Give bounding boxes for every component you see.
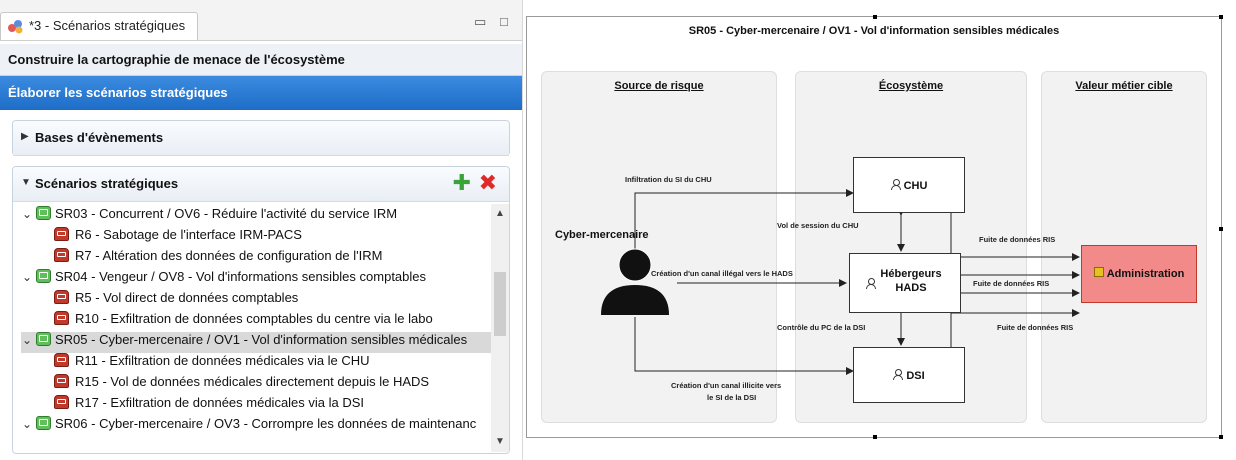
scenarios-section-label: Scénarios stratégiques xyxy=(35,176,179,191)
maximize-icon[interactable]: □ xyxy=(500,14,508,29)
person-icon xyxy=(890,179,901,190)
risk-path-icon xyxy=(54,248,69,262)
node-dsi[interactable]: DSI xyxy=(853,347,965,403)
edge-ris-dsi xyxy=(947,309,1080,360)
tree-item-r5[interactable]: R5 - Vol direct de données comptables xyxy=(51,290,298,311)
tree-item-r7[interactable]: R7 - Altération des données de configura… xyxy=(51,248,382,269)
person-icon xyxy=(866,278,876,289)
tree-item-label: R10 - Exfiltration de données comptables… xyxy=(75,311,433,326)
tree-item-label: SR05 - Cyber-mercenaire / OV1 - Vol d'in… xyxy=(55,332,468,347)
chevron-down-icon[interactable]: ⌄ xyxy=(21,207,33,221)
edge-label-ris: Fuite de données RIS xyxy=(979,235,1056,244)
node-label: DSI xyxy=(906,370,925,382)
scenario-icon xyxy=(36,269,51,283)
risk-path-icon xyxy=(54,290,69,304)
scrollbar-thumb[interactable] xyxy=(494,272,506,336)
tree-item-r11[interactable]: R11 - Exfiltration de données médicales … xyxy=(51,353,370,374)
scenario-tree: ⌄ SR03 - Concurrent / OV6 - Réduire l'act… xyxy=(21,204,495,450)
risk-path-icon xyxy=(54,311,69,325)
edge-label-canal-dsi: Création d'un canal illicite vers xyxy=(671,381,782,390)
scenario-diagram: SR05 - Cyber-mercenaire / OV1 - Vol d'in… xyxy=(526,15,1223,439)
step-build-label: Construire la cartographie de menace de … xyxy=(8,52,345,67)
risk-path-icon xyxy=(54,374,69,388)
tree-item-r15[interactable]: R15 - Vol de données médicales directeme… xyxy=(51,374,429,395)
edge-label-session: Vol de session du CHU xyxy=(777,221,859,230)
tab-title: *3 - Scénarios stratégiques xyxy=(29,18,186,33)
scenario-app-icon xyxy=(8,20,23,34)
tree-item-label: R5 - Vol direct de données comptables xyxy=(75,290,299,305)
tree-item-label: SR04 - Vengeur / OV8 - Vol d'information… xyxy=(55,269,427,284)
scenarios-section-header[interactable]: ▼ Scénarios stratégiques ✚ ✖ xyxy=(13,167,509,202)
cyber-mercenary-icon xyxy=(601,248,669,315)
delete-icon[interactable]: ✖ xyxy=(479,172,497,194)
chevron-right-icon[interactable]: ▶ xyxy=(21,131,29,142)
tree-item-label: SR06 - Cyber-mercenaire / OV3 - Corrompr… xyxy=(55,416,477,431)
tree-item-r6[interactable]: R6 - Sabotage de l'interface IRM-PACS xyxy=(51,227,302,248)
node-administration[interactable]: Administration xyxy=(1081,245,1197,303)
tab-bar: *3 - Scénarios stratégiques ▭ □ xyxy=(0,0,522,41)
person-icon xyxy=(893,369,904,380)
tab-scenarios[interactable]: *3 - Scénarios stratégiques xyxy=(0,12,198,40)
risk-path-icon xyxy=(54,227,69,241)
step-elaborate-scenarios[interactable]: Élaborer les scénarios stratégiques xyxy=(0,76,522,110)
tree-item-sr05[interactable]: ⌄ SR05 - Cyber-mercenaire / OV1 - Vol d'i… xyxy=(21,332,491,353)
node-label: Administration xyxy=(1106,268,1185,280)
tree-item-label: R11 - Exfiltration de données médicales … xyxy=(75,353,370,368)
scroll-down-icon[interactable]: ▼ xyxy=(491,436,509,447)
chevron-down-icon[interactable]: ⌄ xyxy=(21,270,33,284)
tree-item-label: R6 - Sabotage de l'interface IRM-PACS xyxy=(75,227,302,242)
node-chu[interactable]: CHU xyxy=(853,157,965,213)
edge-label-controle: Contrôle du PC de la DSI xyxy=(777,323,866,332)
scenario-icon xyxy=(36,416,51,430)
tree-item-sr04[interactable]: ⌄ SR04 - Vengeur / OV8 - Vol d'informatio… xyxy=(21,269,426,290)
add-icon[interactable]: ✚ xyxy=(453,172,471,194)
tree-item-sr06[interactable]: ⌄ SR06 - Cyber-mercenaire / OV3 - Corromp… xyxy=(21,416,476,437)
edge-label-infiltration: Infiltration du SI du CHU xyxy=(625,175,712,184)
risk-path-icon xyxy=(54,353,69,367)
tree-item-label: SR03 - Concurrent / OV6 - Réduire l'acti… xyxy=(55,206,398,221)
step-elaborate-label: Élaborer les scénarios stratégiques xyxy=(8,85,228,100)
events-section-label: Bases d'évènements xyxy=(35,130,164,145)
actor-label: Cyber-mercenaire xyxy=(555,229,649,241)
chevron-down-icon[interactable]: ⌄ xyxy=(21,333,33,347)
edge-label-canal-hads: Création d'un canal illégal vers le HADS xyxy=(651,269,793,278)
chevron-down-icon[interactable]: ▼ xyxy=(21,177,31,188)
edge-label-ris: Fuite de données RIS xyxy=(997,323,1074,332)
events-section: ▶ Bases d'évènements xyxy=(12,120,510,156)
tree-item-r17[interactable]: R17 - Exfiltration de données médicales … xyxy=(51,395,364,416)
tree-item-label: R7 - Altération des données de configura… xyxy=(75,248,383,263)
business-value-icon xyxy=(1093,267,1104,277)
strategic-scenarios-panel: *3 - Scénarios stratégiques ▭ □ Construi… xyxy=(0,0,523,460)
step-build-threat-map[interactable]: Construire la cartographie de menace de … xyxy=(0,44,522,76)
edge-label-canal-dsi-2: le SI de la DSI xyxy=(707,393,757,402)
node-label: CHU xyxy=(903,180,928,192)
scenario-icon xyxy=(36,206,51,220)
risk-path-icon xyxy=(54,395,69,409)
tree-item-sr03[interactable]: ⌄ SR03 - Concurrent / OV6 - Réduire l'act… xyxy=(21,206,397,227)
tree-item-label: R17 - Exfiltration de données médicales … xyxy=(75,395,365,410)
scenarios-section: ▼ Scénarios stratégiques ✚ ✖ ⌄ SR03 - Con… xyxy=(12,166,510,454)
scenario-icon xyxy=(36,332,51,346)
node-hads[interactable]: Hébergeurs HADS xyxy=(849,253,961,313)
tree-scrollbar[interactable]: ▲ ▼ xyxy=(491,204,509,452)
minimize-icon[interactable]: ▭ xyxy=(474,14,486,30)
edge-ris-chu xyxy=(947,200,1080,261)
scroll-up-icon[interactable]: ▲ xyxy=(491,208,509,219)
tree-item-r10[interactable]: R10 - Exfiltration de données comptables… xyxy=(51,311,433,332)
chevron-down-icon[interactable]: ⌄ xyxy=(21,417,33,431)
edge-label-ris: Fuite de données RIS xyxy=(973,279,1050,288)
events-section-header[interactable]: ▶ Bases d'évènements xyxy=(13,121,509,156)
tree-item-label: R15 - Vol de données médicales directeme… xyxy=(75,374,430,389)
